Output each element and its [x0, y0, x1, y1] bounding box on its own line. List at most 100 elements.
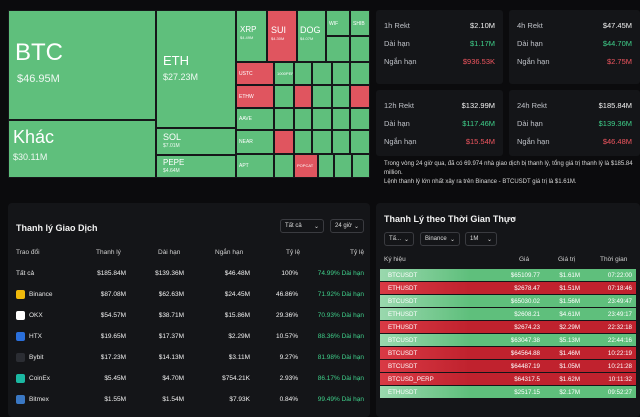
cell-short: $15.86M — [224, 311, 250, 319]
cell-value: $1.62M — [559, 375, 580, 383]
exchange-filter-select[interactable]: Binance ⌄ — [420, 232, 460, 246]
treemap-tile-small[interactable] — [312, 108, 332, 130]
tile-value: $27.23M — [163, 72, 199, 82]
stat-long-label: Dài hạn — [384, 38, 410, 48]
coin-filter-value: Tất cả — [285, 223, 302, 229]
cell-symbol: ETHUSDT — [388, 284, 418, 292]
table-row[interactable]: Tất cả $185.84M $139.36M $46.48M 100% 74.99% … — [8, 263, 370, 283]
treemap-tile-shib[interactable]: SHIB — [350, 10, 370, 36]
treemap-tile-near[interactable]: NEAR — [236, 130, 274, 154]
treemap-tile-small[interactable] — [274, 154, 294, 178]
treemap-tile-ustc[interactable]: USTC — [236, 62, 274, 85]
cell-ratio: 81.98% Dài hạn — [317, 353, 364, 361]
coinex-icon — [16, 373, 25, 383]
cell-total: $87.08M — [100, 290, 126, 298]
table-row[interactable]: BTCUSDT $63047.38 $5.13M 22:44:16 — [380, 334, 636, 347]
table-row[interactable]: Bitmex $1.55M $1.54M $7.93K 0.84% 99.49% Dài … — [8, 389, 370, 409]
cell-time: 09:52:27 — [607, 388, 632, 396]
treemap-tile-small[interactable] — [312, 85, 332, 108]
treemap-tile-small[interactable] — [312, 130, 332, 154]
treemap-tile-sui[interactable]: SUI $4.30M — [267, 10, 297, 62]
exchange-name: Binance — [29, 290, 53, 298]
treemap-tile-other[interactable]: Khác $30.11M — [8, 120, 156, 178]
treemap-tile-small[interactable] — [274, 108, 294, 130]
stat-total: $132.99M — [461, 100, 495, 110]
treemap-tile-small[interactable] — [350, 36, 370, 62]
tile-value: $4.49M — [240, 35, 254, 40]
table-row[interactable]: ETHUSDT $2678.47 $1.51M 07:18:46 — [380, 282, 636, 295]
table-row[interactable]: ETHUSDT $2608.21 $4.61M 23:49:17 — [380, 308, 636, 321]
treemap-tile-xrp[interactable]: XRP $4.49M — [236, 10, 267, 62]
treemap-tile-small[interactable] — [332, 85, 350, 108]
treemap-tile-small[interactable] — [332, 108, 350, 130]
table-row[interactable]: BTCUSDT $65030.02 $1.56M 23:49:47 — [380, 295, 636, 308]
table-row[interactable]: Binance $87.08M $62.63M $24.45M 46.86% 71.92%… — [8, 284, 370, 304]
treemap-tile-small[interactable] — [294, 85, 312, 108]
treemap-tile-small[interactable] — [326, 36, 350, 62]
coin-filter-value: Tấ... — [389, 236, 402, 242]
tile-name: NEAR — [239, 139, 253, 145]
treemap-tile-sol[interactable]: SOL $7.01M — [156, 128, 236, 155]
speaker-icon[interactable]: 🔈︎ — [513, 214, 518, 224]
table-row[interactable]: OKX $54.57M $38.71M $15.86M 29.36% 70.93% Dài… — [8, 305, 370, 325]
treemap-tile-pepe[interactable]: PEPE $4.64M — [156, 155, 236, 178]
treemap-tile-small[interactable] — [332, 130, 350, 154]
cell-value: $2.17M — [559, 388, 580, 396]
bybit-icon — [16, 352, 25, 362]
cell-value: $1.61M — [559, 271, 580, 279]
amount-filter-select[interactable]: 1M ⌄ — [465, 232, 497, 246]
table-row[interactable]: HTX $19.65M $17.37M $2.29M 10.57% 88.36% Dài … — [8, 326, 370, 346]
treemap-tile-small[interactable] — [274, 130, 294, 154]
stat-title: 1h Rekt — [384, 20, 410, 30]
cell-long: $14.13M — [158, 353, 184, 361]
time-filter-select[interactable]: 24 giờ ⌄ — [330, 219, 364, 233]
stat-card-4h: 4h Rekt $47.45M Dài hạn $44.70M Ngắn hạn $2… — [509, 10, 640, 84]
treemap-tile-btc[interactable]: BTC $46.95M — [8, 10, 156, 120]
treemap-tile-wif[interactable]: WIF — [326, 10, 350, 36]
stat-short-label: Ngắn hạn — [384, 136, 417, 146]
treemap-tile-small[interactable] — [350, 108, 370, 130]
table-row[interactable]: BTCUSDT $65109.77 $1.61M 07:22:00 — [380, 269, 636, 282]
coin-filter-select[interactable]: Tấ... ⌄ — [384, 232, 414, 246]
table-row[interactable]: BTCUSDT $64564.88 $1.46M 10:22:19 — [380, 347, 636, 360]
treemap-tile-eth[interactable]: ETH $27.23M — [156, 10, 236, 128]
treemap-tile-small[interactable] — [312, 62, 332, 85]
cell-symbol: BTCUSDT — [388, 297, 418, 305]
treemap-tile-popcat[interactable]: POPCAT — [294, 154, 318, 178]
cell-time: 10:22:19 — [607, 349, 632, 357]
treemap-tile-small[interactable] — [350, 130, 370, 154]
binance-icon — [16, 289, 25, 299]
exchange-name-cell: Bitmex — [16, 394, 49, 404]
treemap-tile-apt[interactable]: APT — [236, 154, 274, 178]
coin-filter-select[interactable]: Tất cả ⌄ — [280, 219, 324, 233]
stat-title: 4h Rekt — [517, 20, 543, 30]
table-row[interactable]: ETHUSDT $2674.23 $2.29M 22:32:18 — [380, 321, 636, 334]
treemap-tile-small[interactable] — [334, 154, 352, 178]
exchange-filter-value: Binance — [425, 236, 447, 242]
table-row[interactable]: BTCUSD_PERP $64317.5 $1.62M 10:11:32 — [380, 373, 636, 386]
treemap-tile-1000pepe[interactable]: 1000PEPE — [274, 62, 294, 85]
tile-name: USTC — [239, 71, 253, 77]
treemap-tile-small[interactable] — [332, 62, 350, 85]
treemap-tile-small[interactable] — [350, 85, 370, 108]
treemap-tile-ethw[interactable]: ETHW — [236, 85, 274, 108]
treemap-tile-small[interactable] — [274, 85, 294, 108]
treemap-tile-small[interactable] — [294, 108, 312, 130]
treemap-tile-small[interactable] — [352, 154, 370, 178]
table-row[interactable]: CoinEx $5.45M $4.70M $754.21K 2.93% 86.17% Dà… — [8, 368, 370, 388]
treemap-tile-small[interactable] — [294, 62, 312, 85]
treemap-tile-doge[interactable]: DOG $4.07M — [297, 10, 326, 62]
treemap-tile-aave[interactable]: AAVE — [236, 108, 274, 130]
table-row[interactable]: ETHUSDT $2517.15 $2.17M 09:52:27 — [380, 386, 636, 399]
stat-short-label: Ngắn hạn — [384, 56, 417, 66]
table-row[interactable]: Bybit $17.23M $14.13M $3.11M 9.27% 81.98% Dài… — [8, 347, 370, 367]
treemap-tile-small[interactable] — [294, 130, 312, 154]
cell-price: $64564.88 — [510, 349, 540, 357]
treemap-tile-small[interactable] — [318, 154, 334, 178]
stat-long: $1.17M — [469, 38, 495, 48]
exchange-name: Tất cả — [16, 269, 35, 277]
cell-pct: 100% — [281, 269, 298, 277]
treemap-tile-small[interactable] — [350, 62, 370, 85]
table-row[interactable]: BTCUSDT $64487.19 $1.05M 10:21:28 — [380, 360, 636, 373]
col-header-ratio: Tỷ lệ — [350, 249, 365, 256]
